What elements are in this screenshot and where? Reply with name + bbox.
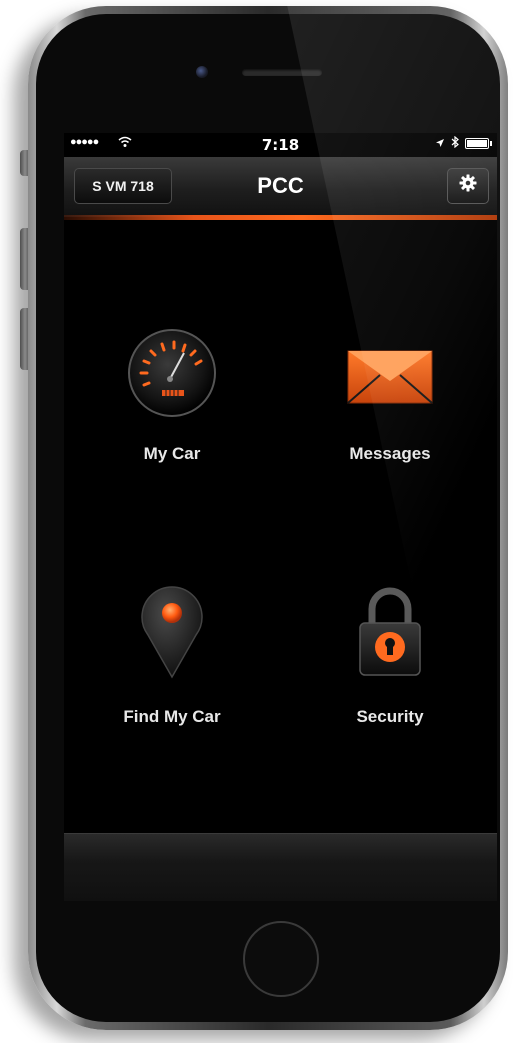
app-screen: ●●●●● 7:18 S VM 718 PCC My Car Messages … bbox=[64, 133, 497, 901]
header-accent-stripe bbox=[64, 215, 497, 220]
app-title: PCC bbox=[257, 173, 304, 198]
home-button[interactable] bbox=[243, 921, 319, 997]
tile-my-car[interactable]: My Car bbox=[72, 323, 272, 473]
status-bar: ●●●●● 7:18 bbox=[64, 133, 497, 157]
tile-security[interactable]: Security bbox=[290, 583, 490, 733]
gear-icon bbox=[459, 174, 477, 198]
device-mockup: ●●●●● 7:18 S VM 718 PCC My Car Messages … bbox=[0, 0, 513, 1043]
bluetooth-icon bbox=[451, 135, 459, 151]
padlock-icon bbox=[340, 583, 440, 683]
front-camera bbox=[196, 66, 208, 78]
tile-find-my-car[interactable]: Find My Car bbox=[72, 583, 272, 733]
speedometer-icon bbox=[122, 323, 222, 423]
location-arrow-icon bbox=[435, 137, 445, 151]
map-pin-icon bbox=[122, 583, 222, 683]
status-right-group bbox=[435, 135, 492, 151]
status-time: 7:18 bbox=[261, 136, 300, 154]
tile-label: Security bbox=[356, 707, 424, 726]
navigation-bar: S VM 718 PCC bbox=[64, 157, 497, 217]
tile-messages[interactable]: Messages bbox=[290, 323, 490, 473]
tile-label: Find My Car bbox=[123, 707, 221, 726]
bottom-toolbar bbox=[64, 833, 497, 901]
envelope-icon bbox=[340, 323, 440, 423]
tile-label: Messages bbox=[349, 444, 431, 463]
tile-label: My Car bbox=[143, 444, 201, 463]
battery-icon bbox=[465, 138, 492, 149]
settings-button[interactable] bbox=[447, 168, 489, 204]
earpiece-speaker bbox=[242, 69, 322, 76]
